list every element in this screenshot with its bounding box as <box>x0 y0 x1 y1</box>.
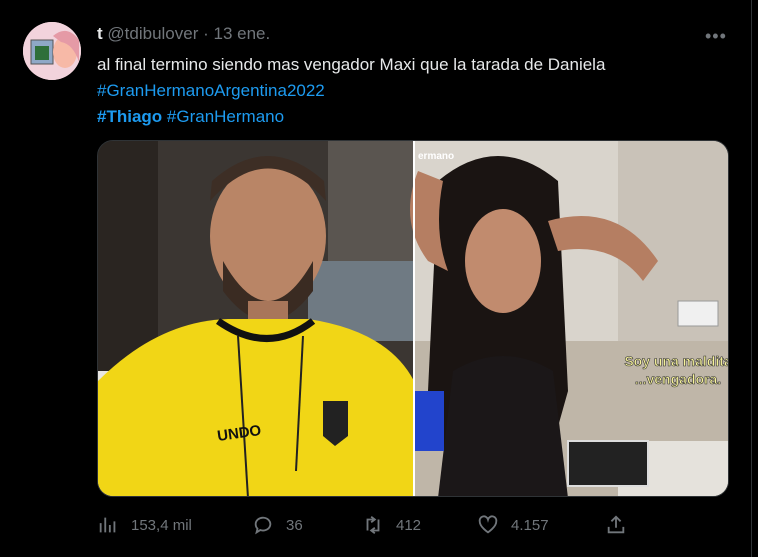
share-button[interactable] <box>605 512 627 538</box>
media-left-photo: UNDO <box>98 141 414 496</box>
like-count: 4.157 <box>511 516 549 534</box>
avatar[interactable] <box>23 22 81 80</box>
hashtag-thiago[interactable]: #Thiago <box>97 107 162 126</box>
hashtag-granhermanoargentina2022[interactable]: #GranHermanoArgentina2022 <box>97 81 325 100</box>
views-count: 153,4 mil <box>131 516 192 534</box>
media-right-photo <box>410 141 728 496</box>
action-bar: 153,4 mil 36 412 4.157 <box>97 512 637 538</box>
views-button[interactable]: 153,4 mil <box>97 512 192 538</box>
caption-line-1: Soy una maldita <box>624 353 729 369</box>
hashtag-granhermano[interactable]: #GranHermano <box>167 107 284 126</box>
like-button[interactable]: 4.157 <box>477 512 549 538</box>
display-name[interactable]: t <box>97 24 103 43</box>
separator: · <box>203 24 209 43</box>
caption-line-2: ...vengadora. <box>635 371 721 387</box>
right-watermark: ermano <box>418 151 454 162</box>
retweet-count: 412 <box>396 516 422 534</box>
tweet-body: al final termino siendo mas vengador Max… <box>97 55 606 74</box>
tweet-media[interactable]: UNDO ermano Soy una maldita ...vengadora… <box>97 140 729 497</box>
tweet-text: al final termino siendo mas vengador Max… <box>97 52 737 130</box>
handle[interactable]: @tdibulover <box>107 24 198 43</box>
more-icon[interactable]: ••• <box>705 26 727 47</box>
views-icon <box>99 517 116 533</box>
retweet-icon <box>366 516 380 534</box>
share-icon <box>607 515 625 534</box>
reply-button[interactable]: 36 <box>252 512 303 538</box>
retweet-button[interactable]: 412 <box>362 512 421 538</box>
tweet[interactable]: t @tdibulover · 13 ene. ••• al final ter… <box>0 0 752 557</box>
timestamp[interactable]: 13 ene. <box>214 24 271 43</box>
reply-icon <box>254 516 272 535</box>
reply-count: 36 <box>286 516 303 534</box>
tweet-header: t @tdibulover · 13 ene. <box>97 24 270 44</box>
heart-icon <box>478 515 498 534</box>
